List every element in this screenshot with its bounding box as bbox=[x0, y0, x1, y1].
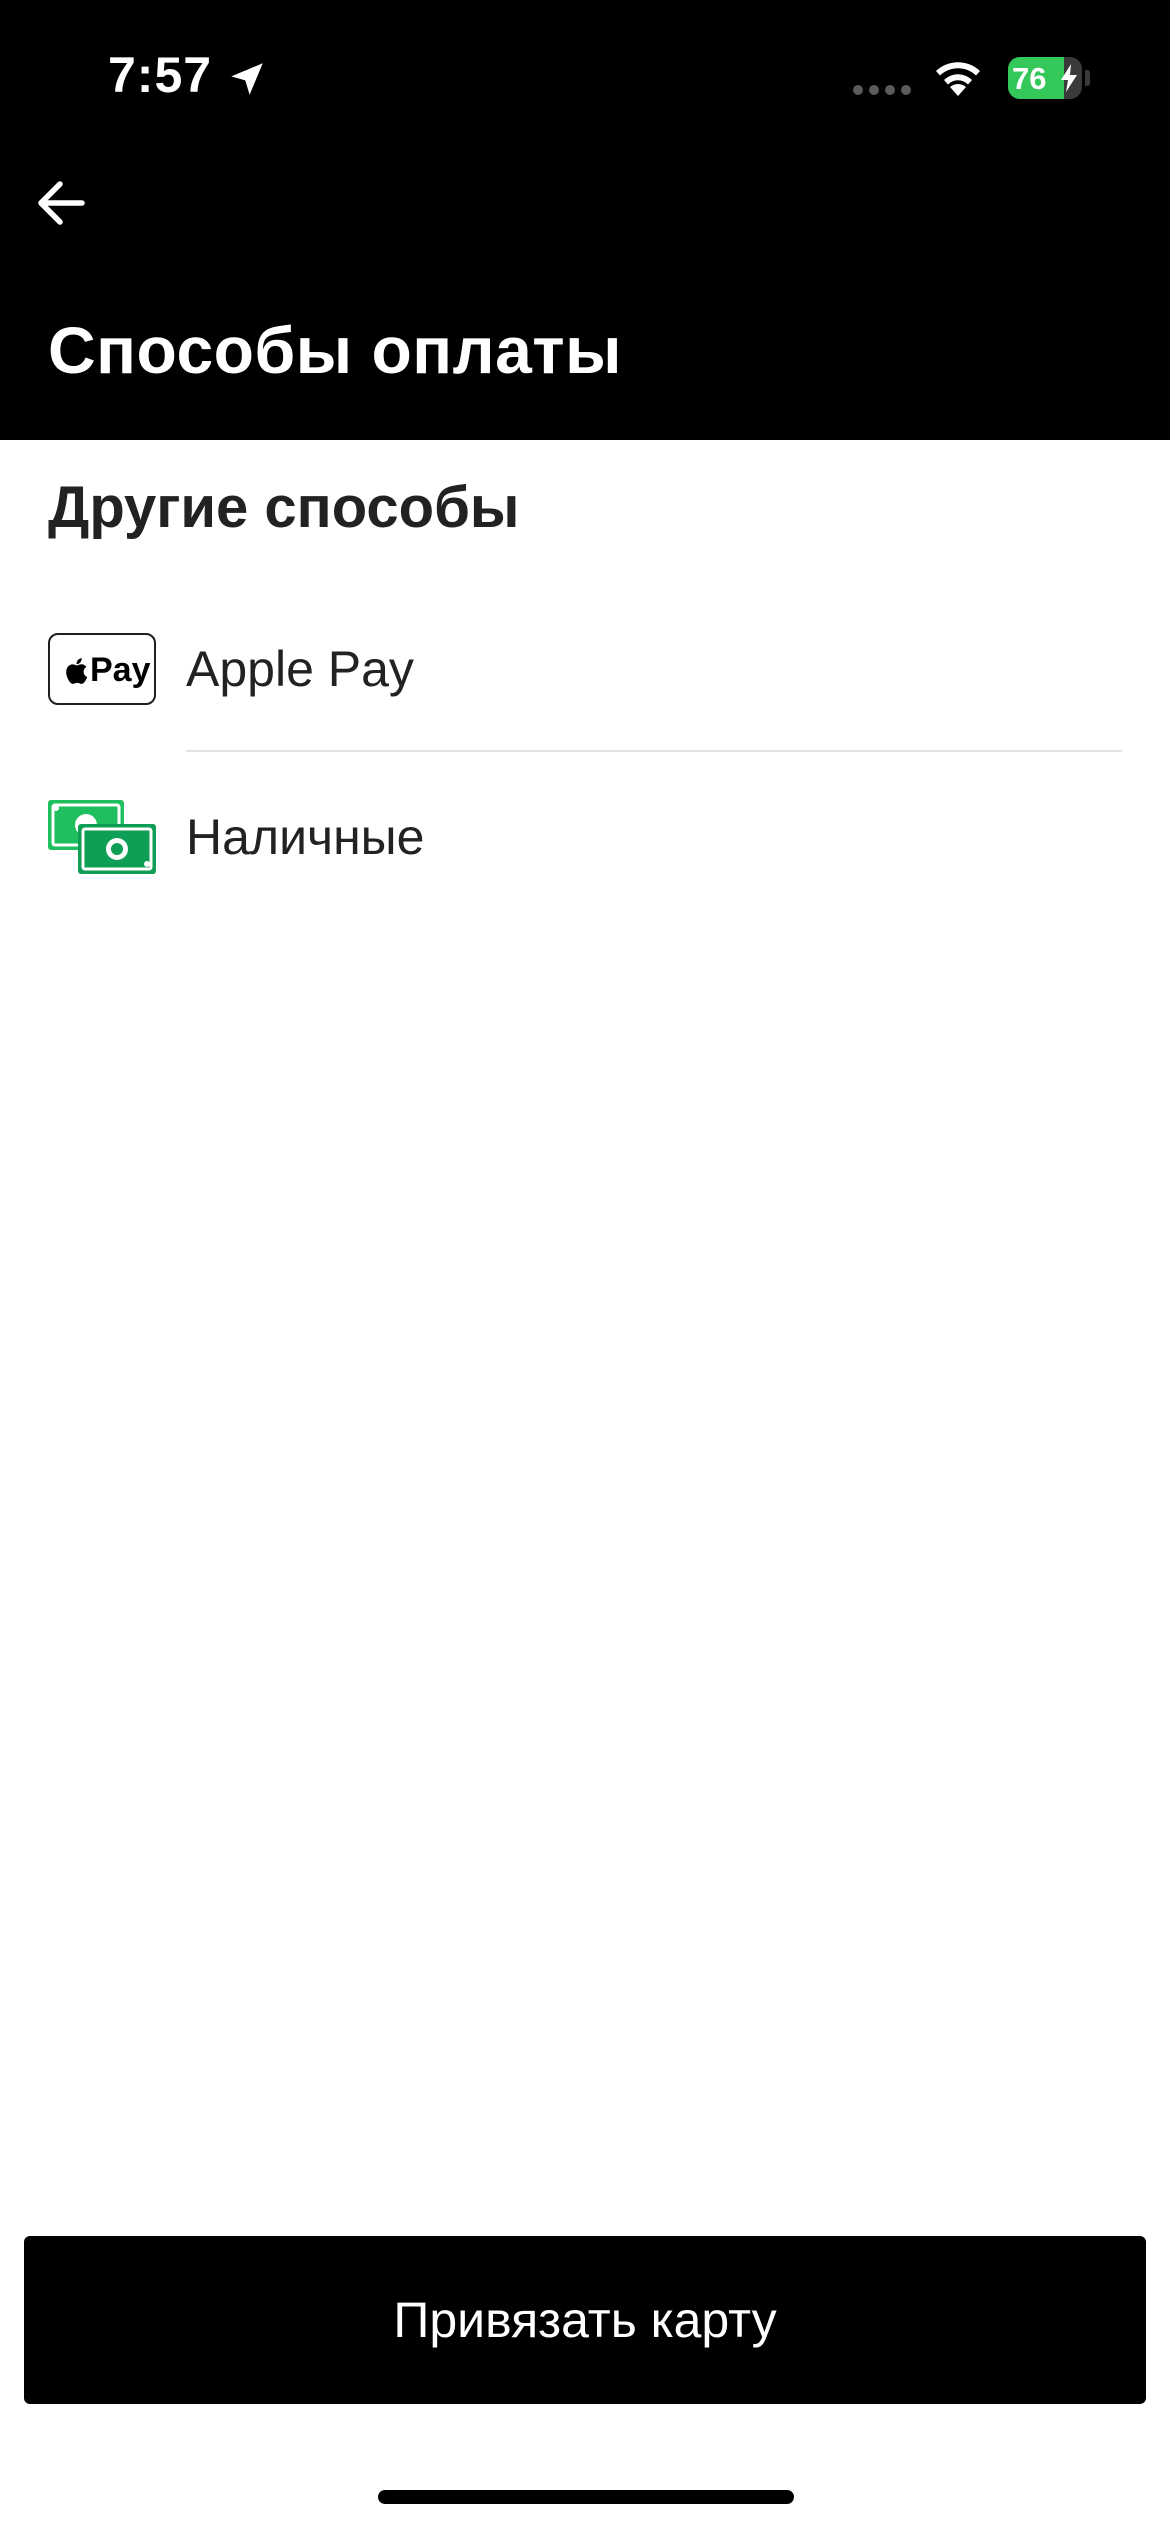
page-title: Способы оплаты bbox=[48, 313, 622, 387]
section-title: Другие способы bbox=[48, 475, 520, 540]
battery-level: 76 bbox=[1012, 61, 1047, 96]
bind-card-label: Привязать карту bbox=[393, 2292, 777, 2348]
battery-body: 76 bbox=[1008, 57, 1082, 99]
payment-method-cash[interactable]: Наличные bbox=[0, 760, 1170, 910]
home-indicator[interactable] bbox=[378, 2490, 794, 2504]
payment-method-label: Наличные bbox=[186, 809, 425, 865]
payment-method-apple-pay[interactable]: Pay Apple Pay bbox=[0, 592, 1170, 742]
cellular-signal-icon bbox=[853, 85, 911, 95]
back-arrow-icon[interactable] bbox=[28, 170, 94, 236]
battery-tip bbox=[1085, 70, 1090, 86]
battery-indicator: 76 bbox=[1008, 57, 1090, 99]
apple-logo-icon bbox=[66, 658, 88, 684]
header: 7:57 76 Способы оплаты bbox=[0, 0, 1170, 440]
bind-card-button[interactable]: Привязать карту bbox=[24, 2236, 1146, 2404]
divider bbox=[186, 750, 1122, 752]
status-time: 7:57 bbox=[108, 47, 213, 103]
wifi-icon bbox=[936, 62, 980, 96]
apple-pay-logo-text: Pay bbox=[90, 651, 151, 689]
location-arrow-icon bbox=[231, 63, 263, 95]
apple-pay-icon: Pay bbox=[48, 633, 156, 705]
cash-icon bbox=[48, 800, 156, 874]
payment-method-label: Apple Pay bbox=[186, 641, 414, 697]
status-bar: 7:57 76 bbox=[0, 0, 1170, 160]
charging-bolt-icon bbox=[1061, 64, 1077, 92]
